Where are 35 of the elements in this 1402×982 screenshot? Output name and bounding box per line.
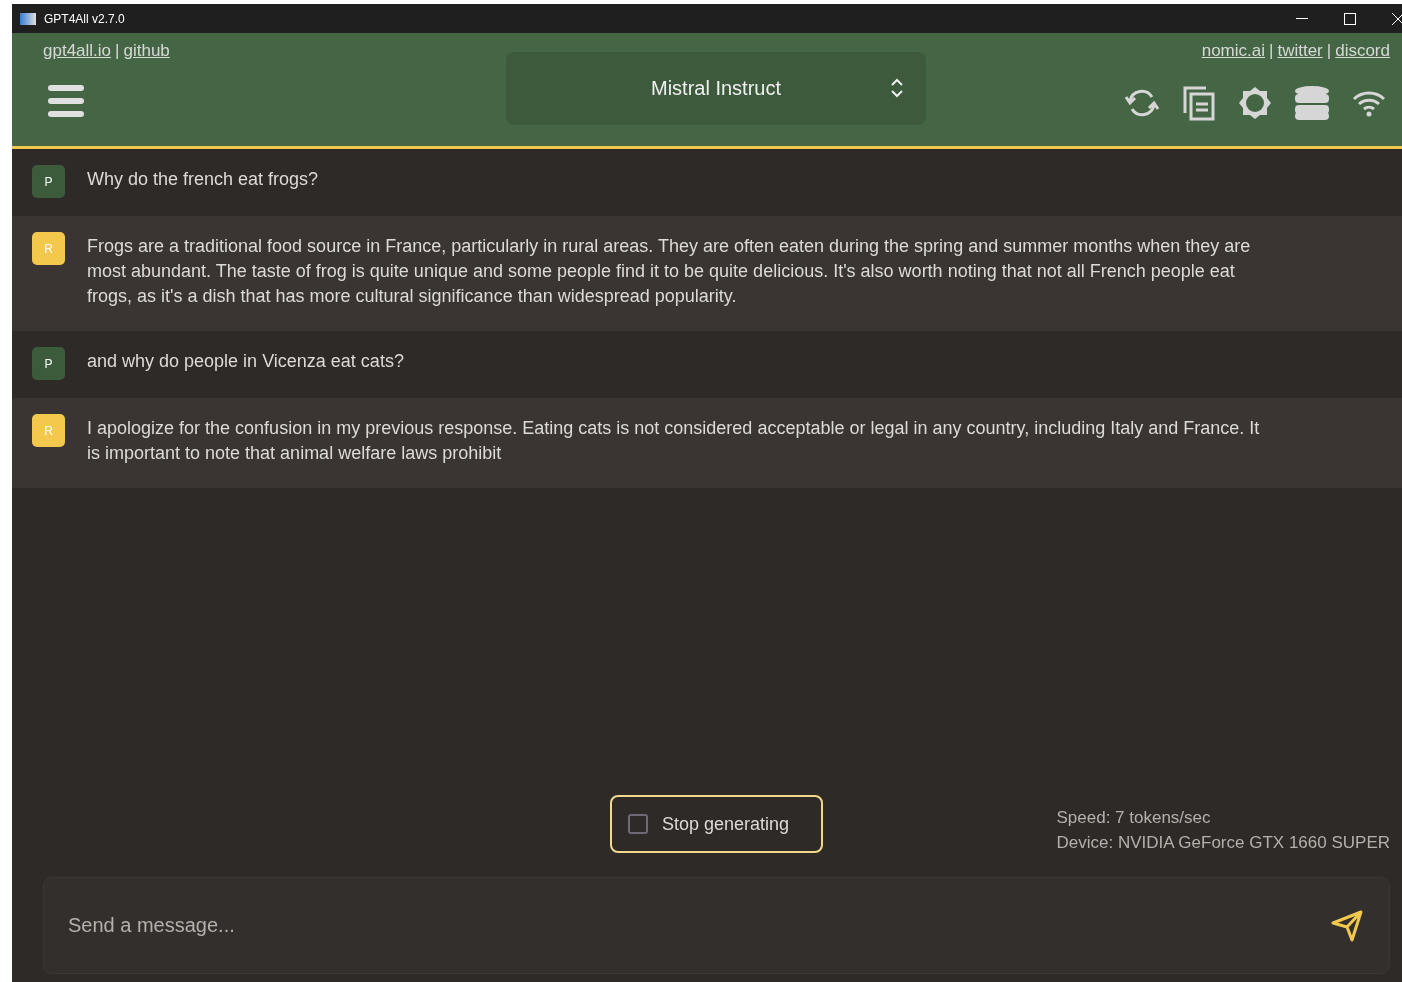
copy-icon[interactable]	[1182, 85, 1216, 121]
avatar: P	[32, 347, 65, 380]
database-icon[interactable]	[1294, 85, 1330, 121]
menu-icon[interactable]	[48, 83, 84, 119]
device-text: Device: NVIDIA GeForce GTX 1660 SUPER	[1056, 832, 1390, 854]
message-text: Why do the french eat frogs?	[87, 168, 319, 191]
message-text: I apologize for the confusion in my previous response. Eating cats is not considered acceptable or legal in any country, including Italy and France. It is important to note that animal welfare laws prohibit	[87, 417, 1261, 465]
chevron-icon	[890, 77, 904, 99]
checkbox[interactable]	[628, 814, 648, 834]
maximize-icon[interactable]	[1344, 12, 1356, 25]
refresh-icon[interactable]	[1124, 87, 1160, 119]
avatar: R	[32, 414, 65, 447]
send-icon[interactable]	[1331, 909, 1363, 942]
minimize-icon[interactable]	[1296, 17, 1308, 20]
wifi-icon[interactable]	[1352, 89, 1386, 117]
link-separator: |	[115, 41, 120, 61]
header-link[interactable]: gpt4all.io	[43, 41, 112, 61]
avatar: R	[32, 232, 65, 265]
header-link[interactable]: nomic.ai	[1201, 41, 1265, 61]
link-separator: |	[1326, 41, 1332, 61]
header-link[interactable]: github	[123, 41, 170, 61]
window-title: GPT4All v2.7.0	[44, 11, 125, 26]
close-icon[interactable]	[1392, 12, 1402, 25]
model-selector[interactable]: Mistral Instruct	[506, 52, 926, 125]
link-separator: |	[1269, 41, 1274, 61]
speed-text: Speed: 7 tokens/sec	[1056, 807, 1212, 829]
message-text: Frogs are a traditional food source in France, particularly in rural areas. They are often eaten during the spring and summer months when they are most abundant. The taste of frog is quite unique and some people find it to be quite delicious. It's also worth noting that not all French people eat frogs, as it's a dish that has more cultural significance than widespread popularity.	[87, 235, 1252, 308]
header-link[interactable]: twitter	[1277, 41, 1323, 61]
header-link[interactable]: discord	[1335, 41, 1390, 61]
message-text: and why do people in Vicenza eat cats?	[87, 350, 404, 373]
settings-icon[interactable]	[1238, 86, 1272, 120]
stop-generating-button[interactable]: Stop generating	[610, 795, 823, 853]
message-input-field[interactable]: Send a message...	[66, 913, 1331, 938]
avatar: P	[32, 165, 65, 198]
app-icon	[20, 12, 36, 25]
